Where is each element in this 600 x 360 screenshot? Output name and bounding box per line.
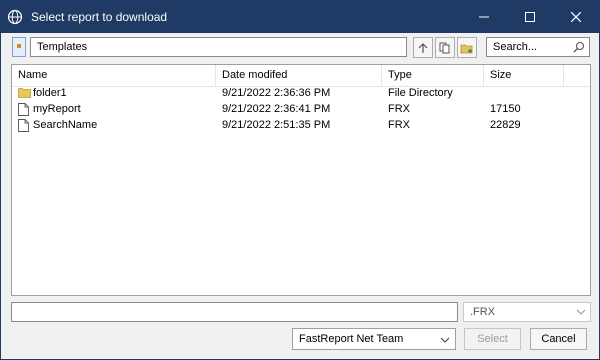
path-value: Templates: [37, 41, 88, 53]
dropdown-dot-icon: [17, 44, 21, 48]
folder-icon: [18, 88, 31, 98]
new-folder-button[interactable]: [457, 37, 477, 58]
file-size: 17150: [490, 103, 521, 115]
file-type: File Directory: [388, 87, 453, 99]
window-title: Select report to download: [31, 10, 168, 24]
file-type: FRX: [388, 119, 410, 131]
file-size: 22829: [490, 119, 521, 131]
team-value: FastReport Net Team: [299, 333, 404, 345]
navigation-dropdown-button[interactable]: [12, 37, 26, 57]
list-item[interactable]: myReport 9/21/2022 2:36:41 PM FRX 17150: [12, 102, 590, 118]
search-icon: [573, 41, 585, 53]
file-name: myReport: [33, 103, 81, 115]
maximize-button[interactable]: [507, 1, 553, 33]
list-item[interactable]: SearchName 9/21/2022 2:51:35 PM FRX 2282…: [12, 118, 590, 134]
file-name: folder1: [33, 87, 67, 99]
copy-button[interactable]: [435, 37, 455, 58]
maximize-icon: [525, 12, 535, 22]
file-date: 9/21/2022 2:51:35 PM: [222, 119, 331, 131]
up-folder-button[interactable]: [413, 37, 433, 58]
filename-input[interactable]: [11, 302, 458, 322]
file-dialog-window: Select report to download Templates Sear…: [0, 0, 600, 360]
arrow-up-icon: [418, 42, 428, 53]
copy-icon: [439, 42, 450, 53]
column-header-type[interactable]: Type: [382, 65, 484, 86]
file-date: 9/21/2022 2:36:36 PM: [222, 87, 331, 99]
path-field[interactable]: Templates: [30, 37, 407, 57]
file-date: 9/21/2022 2:36:41 PM: [222, 103, 331, 115]
minimize-icon: [479, 16, 489, 18]
chevron-down-icon: [440, 337, 450, 343]
file-icon: [18, 103, 29, 116]
globe-icon: [7, 9, 23, 25]
minimize-button[interactable]: [461, 1, 507, 33]
select-button[interactable]: Select: [464, 328, 521, 350]
title-bar: Select report to download: [1, 1, 599, 33]
column-header-name[interactable]: Name: [12, 65, 216, 86]
cancel-button[interactable]: Cancel: [530, 328, 587, 350]
chevron-down-icon: [576, 309, 586, 315]
team-select[interactable]: FastReport Net Team: [292, 328, 456, 350]
close-icon: [571, 12, 581, 22]
column-header-size[interactable]: Size: [484, 65, 564, 86]
file-list[interactable]: Name Date modifed Type Size folder1 9/21…: [11, 64, 591, 296]
file-type-filter[interactable]: .FRX: [463, 302, 591, 322]
file-icon: [18, 119, 29, 132]
search-input[interactable]: Search...: [486, 37, 590, 57]
filter-value: .FRX: [470, 306, 496, 318]
close-button[interactable]: [553, 1, 599, 33]
file-type: FRX: [388, 103, 410, 115]
list-item[interactable]: folder1 9/21/2022 2:36:36 PM File Direct…: [12, 86, 590, 102]
column-header-date[interactable]: Date modifed: [216, 65, 382, 86]
file-name: SearchName: [33, 119, 98, 131]
list-header: Name Date modifed Type Size: [12, 65, 590, 87]
search-placeholder: Search...: [493, 41, 538, 53]
new-folder-icon: [460, 44, 473, 53]
